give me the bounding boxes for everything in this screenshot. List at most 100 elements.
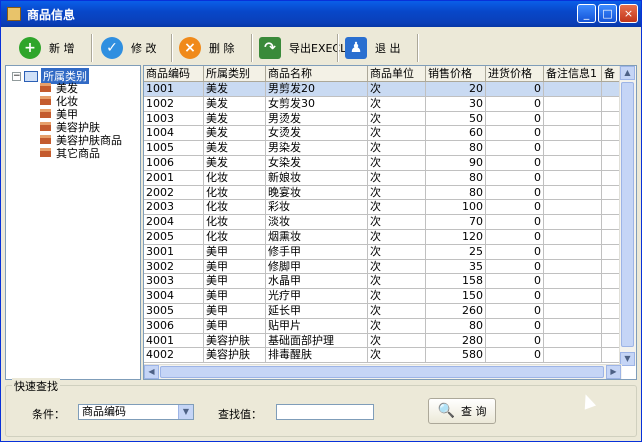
table-cell: 光疗甲 (266, 289, 368, 304)
vertical-scrollbar[interactable]: ▲ ▼ (619, 66, 636, 366)
table-cell: 次 (368, 318, 426, 334)
title-bar[interactable]: 商品信息 _ □ × (1, 1, 641, 27)
table-cell: 次 (368, 303, 426, 319)
column-header[interactable]: 备注信息1 (544, 66, 602, 81)
table-cell: 新娘妆 (266, 170, 368, 186)
table-row[interactable]: 3006 美甲 贴甲片次 80 0 (144, 318, 622, 334)
table-cell: 彩妆 (266, 200, 368, 216)
table-row[interactable]: 1003 美发 男烫发次 50 0 (144, 111, 622, 127)
toolbar-separator (171, 34, 173, 62)
table-row[interactable]: 1004 美发 女烫发次 60 0 (144, 126, 622, 142)
table-cell: 90 (426, 155, 486, 171)
quick-search-group: 快速查找 条件： 商品编码 ▼ 查找值： 🔍 查 询 (5, 378, 637, 437)
close-button[interactable]: × (619, 4, 638, 23)
table-row[interactable]: 2001 化妆 新娘妆次 80 0 (144, 170, 622, 186)
tree-item-other[interactable]: 其它商品 (40, 146, 100, 160)
scroll-down-icon[interactable]: ▼ (620, 352, 635, 366)
table-row[interactable]: 2004 化妆 淡妆次 70 0 (144, 215, 622, 230)
add-icon: + (19, 37, 41, 59)
column-header[interactable]: 商品单位 (368, 66, 426, 81)
table-cell: 贴甲片 (266, 318, 368, 334)
table-row[interactable]: 1001 美发 男剪发20 次 20 0 (144, 82, 622, 97)
category-tree: − 所属类别 美发 化妆 美甲 美容护肤 美容护肤商品 其它商品 (5, 65, 141, 380)
vertical-scroll-thumb[interactable] (621, 82, 634, 347)
table-cell: 次 (368, 215, 426, 230)
table-cell: 延长甲 (266, 303, 368, 319)
table-row[interactable]: 4002 美容护肤 排毒醒肤次 580 0 (144, 348, 622, 364)
table-row[interactable]: 3003 美甲 水晶甲次 158 0 (144, 274, 622, 290)
search-button[interactable]: 🔍 查 询 (428, 398, 496, 424)
category-cube-icon (40, 148, 51, 157)
column-header[interactable]: 商品编码 (144, 66, 204, 81)
column-header[interactable]: 销售价格 (426, 66, 486, 81)
table-cell: 25 (426, 244, 486, 260)
table-cell: 男染发 (266, 141, 368, 156)
horizontal-scrollbar[interactable]: ◀ ▶ (144, 364, 622, 379)
table-row[interactable]: 2005 化妆 烟熏妆次 120 0 (144, 229, 622, 245)
table-cell: 0 (486, 96, 544, 112)
collapse-icon[interactable]: − (12, 71, 21, 81)
table-cell: 美甲 (204, 274, 266, 290)
condition-select[interactable]: 商品编码 ▼ (78, 404, 194, 420)
table-cell: 80 (426, 318, 486, 334)
toolbar-separator (251, 34, 253, 62)
table-row[interactable]: 1002 美发 女剪发30 次 30 0 (144, 96, 622, 112)
column-header[interactable]: 所属类别 (204, 66, 266, 81)
maximize-button[interactable]: □ (598, 4, 617, 23)
category-cube-icon (40, 109, 51, 118)
column-header[interactable]: 进货价格 (486, 66, 544, 81)
find-value-input[interactable] (276, 404, 374, 420)
table-cell: 0 (486, 170, 544, 186)
table-row[interactable]: 2003 化妆 彩妆次 100 0 (144, 200, 622, 216)
edit-button[interactable]: ✓ 修 改 (101, 33, 157, 63)
table-row[interactable]: 1005 美发 男染发次 80 0 (144, 141, 622, 156)
add-button[interactable]: + 新 增 (19, 33, 75, 63)
quick-search-legend: 快速查找 (12, 378, 60, 394)
table-cell: 排毒醒肤 (266, 348, 368, 364)
table-cell: 女染发 (266, 155, 368, 171)
folder-table-icon (24, 70, 38, 82)
table-cell: 0 (486, 244, 544, 260)
table-cell: 35 (426, 259, 486, 275)
table-cell: 化妆 (204, 185, 266, 201)
table-cell: 淡妆 (266, 215, 368, 230)
table-cell: 次 (368, 111, 426, 127)
scroll-right-icon[interactable]: ▶ (606, 365, 621, 379)
category-cube-icon (40, 135, 51, 144)
scroll-up-icon[interactable]: ▲ (620, 66, 635, 80)
table-row[interactable]: 3002 美甲 修脚甲次 35 0 (144, 259, 622, 275)
export-excel-button[interactable]: ↷ 导出EXECL (259, 33, 346, 63)
table-cell: 化妆 (204, 215, 266, 230)
table-row[interactable]: 2002 化妆 晚宴妆次 80 0 (144, 185, 622, 201)
category-cube-icon (40, 96, 51, 105)
column-header[interactable]: 商品名称 (266, 66, 368, 81)
delete-button[interactable]: × 删 除 (179, 33, 235, 63)
table-row[interactable]: 3005 美甲 延长甲次 260 0 (144, 303, 622, 319)
horizontal-scroll-thumb[interactable] (160, 366, 604, 378)
toolbar-separator (417, 34, 419, 62)
table-cell: 美发 (204, 141, 266, 156)
table-cell: 次 (368, 200, 426, 216)
table-row[interactable]: 3004 美甲 光疗甲次 150 0 (144, 289, 622, 304)
table-cell: 3003 (144, 274, 204, 290)
main-window: 商品信息 _ □ × + 新 增 ✓ 修 改 × 删 除 ↷ 导出EXECL ♟… (0, 0, 642, 442)
table-cell: 次 (368, 82, 426, 97)
table-cell: 1002 (144, 96, 204, 112)
table-row[interactable]: 3001 美甲 修手甲次 25 0 (144, 244, 622, 260)
minimize-button[interactable]: _ (577, 4, 596, 23)
chevron-down-icon[interactable]: ▼ (178, 405, 193, 419)
table-cell: 美容护肤 (204, 333, 266, 349)
app-icon (7, 7, 21, 21)
tree-item-label: 其它商品 (56, 146, 100, 160)
exit-button[interactable]: ♟ 退 出 (345, 33, 401, 63)
table-cell: 化妆 (204, 229, 266, 245)
table-cell: 美发 (204, 96, 266, 112)
table-row[interactable]: 4001 美容护肤 基础面部护理次 280 0 (144, 333, 622, 349)
table-cell: 0 (486, 155, 544, 171)
table-cell: 次 (368, 229, 426, 245)
table-cell: 美甲 (204, 318, 266, 334)
table-row[interactable]: 1006 美发 女染发次 90 0 (144, 155, 622, 171)
magnifier-icon: 🔍 (437, 403, 455, 419)
table-cell: 1004 (144, 126, 204, 142)
scroll-left-icon[interactable]: ◀ (144, 365, 159, 379)
